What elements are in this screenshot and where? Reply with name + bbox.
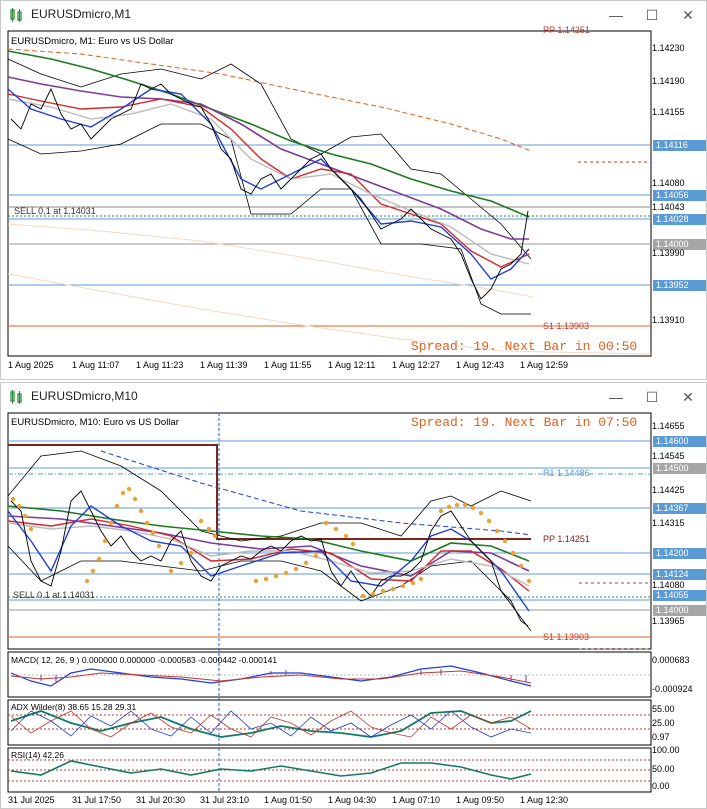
price-tag: 1.13952 (653, 280, 706, 291)
sell-order-label: SELL 0.1 at 1.14031 (13, 590, 95, 600)
s1-level-label: S1 1.13903 (543, 632, 590, 642)
price-axis-label: 1.14545 (652, 451, 685, 461)
time-axis-label: 1 Aug 12:11 (328, 360, 376, 370)
price-tag: 1.14028 (653, 214, 706, 225)
time-axis-label: 31 Jul 2025 (8, 795, 55, 805)
price-axis-label: 1.14155 (652, 107, 685, 117)
minimize-icon[interactable]: — (601, 386, 631, 408)
price-tag: 1.14055 (653, 590, 706, 601)
price-tag: 1.14124 (653, 569, 706, 580)
s1-level-label: S1 1.13903 (543, 321, 590, 331)
rsi-level: 0.00 (652, 781, 670, 791)
macd-level: 0.000683 (652, 655, 690, 665)
price-axis-label: 1.14655 (652, 421, 685, 431)
adx-level: 55.00 (652, 704, 675, 714)
spread-info: Spread: 19. Next Bar in 00:50 (411, 339, 638, 354)
time-axis-label: 31 Jul 23:10 (200, 795, 250, 805)
title-bar[interactable]: EURUSDmicro,M10 — ☐ ✕ (1, 383, 706, 412)
close-icon[interactable]: ✕ (673, 4, 703, 26)
price-chart-m1-plot (7, 30, 652, 357)
spread-info: Spread: 19. Next Bar in 07:50 (411, 415, 638, 430)
rsi-level: 50.00 (652, 764, 675, 774)
price-axis-label: 1.13965 (652, 616, 685, 626)
price-axis-label: 1.14080 (652, 178, 685, 188)
chart-window-m1[interactable]: EURUSDmicro,M1 — ☐ ✕ EURUSDmicro, M1: Eu… (0, 0, 707, 380)
chart-window-m10[interactable]: EURUSDmicro,M10 — ☐ ✕ EURUSDmicro, M10: … (0, 382, 707, 809)
price-axis-label: 1.14190 (652, 76, 685, 86)
time-axis-label: 1 Aug 01:50 (264, 795, 313, 805)
price-tag: 1.14000 (653, 605, 706, 616)
adx-level: 25.00 (652, 718, 675, 728)
rsi-level: 100.00 (652, 745, 680, 755)
price-tag: 1.14600 (653, 436, 706, 447)
price-axis-label: 1.14230 (652, 43, 685, 53)
time-axis-label: 1 Aug 12:27 (392, 360, 441, 370)
price-tag: 1.14056 (653, 190, 706, 201)
chart-header: EURUSDmicro, M10: Euro vs US Dollar (11, 417, 179, 428)
rsi-label: RSI(14) 42.26 (11, 750, 64, 760)
time-axis-label: 1 Aug 11:23 (136, 360, 184, 370)
chart-window-icon (10, 8, 22, 22)
title-bar[interactable]: EURUSDmicro,M1 — ☐ ✕ (1, 1, 706, 30)
price-axis-label: 1.14043 (652, 202, 685, 212)
maximize-icon[interactable]: ☐ (637, 4, 667, 26)
adx-level: 0.97 (652, 732, 670, 742)
price-chart-m1[interactable]: EURUSDmicro, M1: Euro vs US Dollar PP 1.… (1, 25, 706, 379)
maximize-icon[interactable]: ☐ (637, 386, 667, 408)
sell-order-label: SELL 0.1 at 1.14031 (14, 206, 96, 216)
time-axis-label: 31 Jul 17:50 (72, 795, 122, 805)
r1-level-label: R1 1.14486 (543, 468, 590, 478)
time-axis-label: 1 Aug 09:50 (456, 795, 505, 805)
price-tag: 1.14200 (653, 548, 706, 559)
close-icon[interactable]: ✕ (673, 386, 703, 408)
price-axis-label: 1.14080 (652, 580, 685, 590)
price-tag: 1.14500 (653, 463, 706, 474)
window-title: EURUSDmicro,M10 (31, 389, 138, 403)
time-axis-label: 1 Aug 11:39 (200, 360, 248, 370)
window-title: EURUSDmicro,M1 (31, 7, 132, 21)
time-axis-label: 1 Aug 12:59 (520, 360, 569, 370)
price-tag: 1.14367 (653, 503, 706, 514)
time-axis-label: 1 Aug 11:55 (264, 360, 312, 370)
time-axis-label: 1 Aug 07:10 (392, 795, 441, 805)
time-axis-label: 1 Aug 2025 (8, 360, 54, 370)
price-chart-m10[interactable]: EURUSDmicro, M10: Euro vs US Dollar Spre… (1, 411, 706, 808)
time-axis-label: 1 Aug 04:30 (328, 795, 377, 805)
time-axis-label: 31 Jul 20:30 (136, 795, 186, 805)
pp-level-label: PP 1.14251 (543, 534, 590, 544)
price-axis-label: 1.14425 (652, 485, 685, 495)
time-axis-label: 1 Aug 12:43 (456, 360, 505, 370)
pp-level-label: PP 1.14251 (543, 25, 590, 35)
macd-level: -0.000924 (652, 684, 693, 694)
adx-label: ADX Wilder(8) 38.65 15.28 29.31 (11, 702, 137, 712)
price-axis-label: 1.13910 (652, 315, 685, 325)
price-axis-label: 1.13990 (652, 248, 685, 258)
price-tag: 1.14116 (653, 140, 706, 151)
time-axis-label: 1 Aug 11:07 (72, 360, 120, 370)
time-axis-label: 1 Aug 12:30 (520, 795, 569, 805)
minimize-icon[interactable]: — (601, 4, 631, 26)
price-axis-label: 1.14315 (652, 518, 685, 528)
macd-label: MACD( 12, 26, 9 ) 0.000000 0.000000 -0.0… (11, 655, 278, 665)
price-chart-m10-plot (7, 412, 652, 793)
chart-header: EURUSDmicro, M1: Euro vs US Dollar (11, 36, 174, 47)
chart-window-icon (10, 390, 22, 404)
